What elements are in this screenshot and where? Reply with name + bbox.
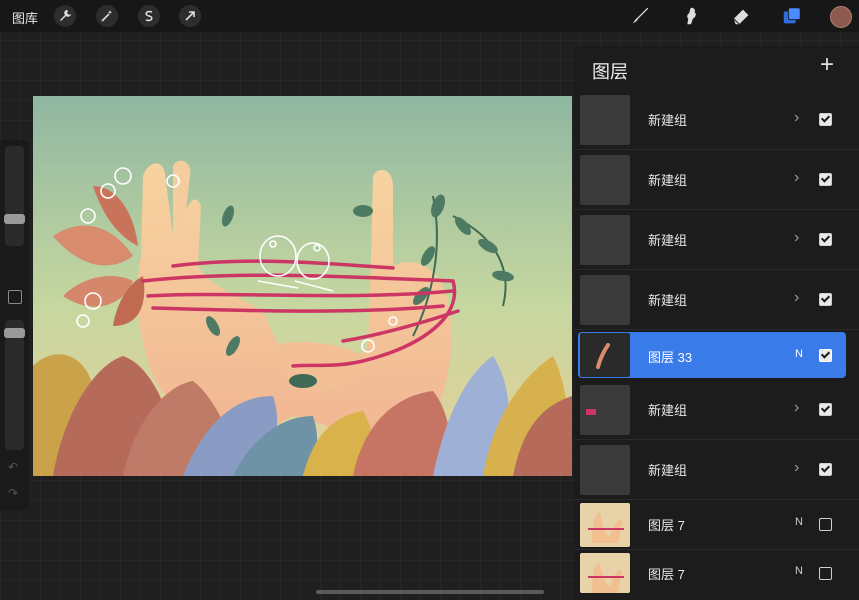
layer-row[interactable]: 新建组 ›: [574, 442, 859, 500]
artwork-illustration: [33, 96, 572, 476]
layer-name: 新建组: [648, 233, 688, 248]
visibility-checkbox[interactable]: [819, 349, 832, 362]
layer-name: 新建组: [648, 293, 688, 308]
layer-thumbnail: [580, 385, 630, 435]
visibility-checkbox[interactable]: [819, 463, 832, 476]
brush-size-thumb[interactable]: [4, 214, 25, 224]
undo-icon[interactable]: ↶: [8, 460, 18, 474]
chevron-right-icon[interactable]: ›: [794, 399, 799, 417]
layer-name: 图层 33: [648, 350, 693, 365]
layer-thumbnail: [580, 215, 630, 265]
layer-row[interactable]: 新建组 ›: [574, 152, 859, 210]
layers-panel-title: 图层: [592, 62, 628, 82]
layer-name: 新建组: [648, 463, 688, 478]
layer-row-selected[interactable]: 图层 33 N: [578, 332, 846, 378]
layer-name: 新建组: [648, 113, 688, 128]
visibility-checkbox[interactable]: [819, 233, 832, 246]
smudge-icon[interactable]: [679, 4, 703, 28]
layer-thumbnail: [580, 503, 630, 547]
color-swatch[interactable]: [830, 6, 852, 28]
eraser-icon[interactable]: [730, 4, 754, 28]
gallery-button[interactable]: 图库: [12, 8, 38, 27]
layer-row[interactable]: 新建组 ›: [574, 212, 859, 270]
layer-thumbnail: [580, 275, 630, 325]
visibility-checkbox[interactable]: [819, 518, 832, 531]
modify-button[interactable]: [8, 290, 22, 304]
chevron-right-icon[interactable]: ›: [794, 289, 799, 307]
redo-icon[interactable]: ↷: [8, 486, 18, 500]
chevron-right-icon[interactable]: ›: [794, 229, 799, 247]
top-toolbar: 图库: [0, 0, 859, 32]
layer-row[interactable]: 新建组 ›: [574, 382, 859, 440]
chevron-right-icon[interactable]: ›: [794, 109, 799, 127]
blend-mode-label[interactable]: N: [795, 348, 803, 360]
layer-thumbnail: [580, 333, 630, 377]
opacity-thumb[interactable]: [4, 328, 25, 338]
layer-thumbnail: [580, 445, 630, 495]
selection-icon[interactable]: [138, 5, 160, 27]
layer-name: 新建组: [648, 403, 688, 418]
layer-thumbnail: [580, 553, 630, 593]
brush-icon[interactable]: [628, 4, 652, 28]
chevron-right-icon[interactable]: ›: [794, 459, 799, 477]
layers-icon[interactable]: [780, 4, 804, 28]
layer-row[interactable]: 图层 7 N: [574, 500, 859, 550]
left-sidebar: ↶ ↷: [0, 140, 29, 510]
opacity-slider[interactable]: [5, 320, 24, 450]
brush-size-slider[interactable]: [5, 146, 24, 246]
visibility-checkbox[interactable]: [819, 403, 832, 416]
layer-thumbnail: [580, 95, 630, 145]
artwork-canvas[interactable]: [33, 96, 572, 476]
blend-mode-label[interactable]: N: [795, 516, 803, 528]
layer-name: 图层 7: [648, 567, 685, 582]
layer-row[interactable]: 图层 7 N: [574, 550, 859, 596]
visibility-checkbox[interactable]: [819, 567, 832, 580]
layer-name: 新建组: [648, 173, 688, 188]
layer-row[interactable]: 新建组 ›: [574, 92, 859, 150]
transform-arrow-icon[interactable]: [179, 5, 201, 27]
blend-mode-label[interactable]: N: [795, 565, 803, 577]
layer-name: 图层 7: [648, 518, 685, 533]
add-layer-button[interactable]: +: [815, 53, 839, 78]
layer-row[interactable]: 新建组 ›: [574, 272, 859, 330]
visibility-checkbox[interactable]: [819, 113, 832, 126]
wrench-icon[interactable]: [54, 5, 76, 27]
magic-wand-icon[interactable]: [96, 5, 118, 27]
visibility-checkbox[interactable]: [819, 173, 832, 186]
visibility-checkbox[interactable]: [819, 293, 832, 306]
layer-thumbnail: [580, 155, 630, 205]
home-indicator[interactable]: [316, 590, 544, 594]
chevron-right-icon[interactable]: ›: [794, 169, 799, 187]
layers-panel: 图层 + 新建组 › 新建组 › 新建组 › 新建组 › 图层 33 N 新建组…: [574, 46, 859, 600]
